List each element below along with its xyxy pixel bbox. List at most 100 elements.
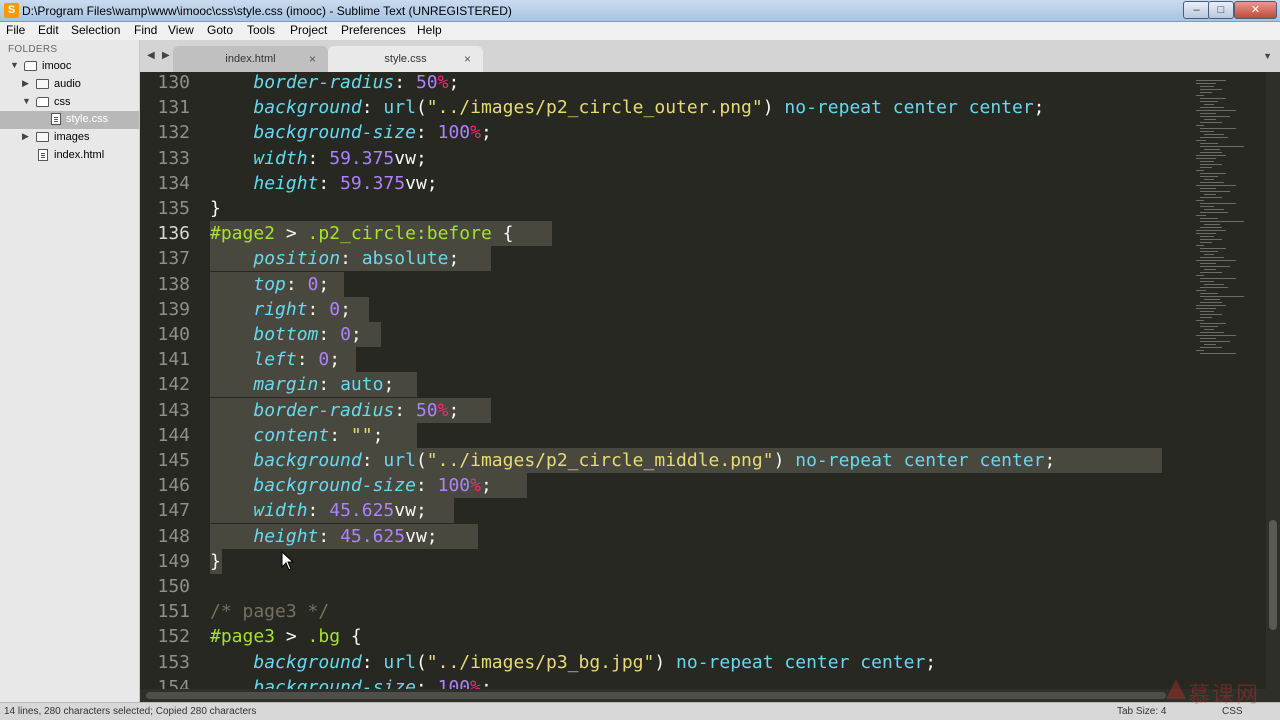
code-line[interactable]: margin: auto; [210, 372, 394, 397]
minimap-line [1200, 257, 1224, 258]
code-line[interactable]: background-size: 100%; [210, 473, 491, 498]
code-editor[interactable]: 130 131 132 133 134 135 136 137 138 139 140 141 142 1… [140, 72, 1190, 689]
code-line[interactable]: #page2 > .p2_circle:before { [210, 221, 513, 246]
code-token: top [253, 273, 286, 295]
code-line[interactable]: background: url("../images/p2_circle_mid… [210, 448, 1055, 473]
folder-open-icon [36, 97, 49, 107]
menu-goto[interactable]: Goto [207, 23, 233, 37]
tab-close-icon[interactable]: × [464, 52, 471, 66]
code-line[interactable]: } [210, 196, 221, 221]
scrollbar-thumb[interactable] [1269, 520, 1277, 630]
code-token: } [210, 198, 221, 219]
code-token: ; [350, 324, 362, 345]
code-token: ( [415, 651, 427, 673]
code-line[interactable]: width: 59.375vw; [210, 146, 426, 171]
code-token: 0 [329, 298, 341, 320]
tab-close-icon[interactable]: × [309, 52, 316, 66]
line-number: 153 [157, 651, 190, 673]
tree-folder-css[interactable]: ▼ css [0, 94, 139, 112]
maximize-button[interactable]: □ [1208, 1, 1234, 19]
code-line[interactable]: height: 59.375vw; [210, 171, 437, 196]
code-token: 0 [318, 349, 330, 371]
code-line[interactable]: position: absolute; [210, 246, 459, 271]
vertical-scrollbar[interactable] [1266, 72, 1280, 689]
code-line[interactable]: /* page3 */ [210, 599, 329, 624]
minimap-line [1204, 194, 1216, 195]
menu-file[interactable]: File [6, 23, 25, 37]
tab-style-css[interactable]: style.css × [328, 46, 483, 72]
code-line[interactable]: background-size: 100%; [210, 675, 491, 689]
code-token: : [415, 122, 438, 144]
code-line[interactable]: border-radius: 50%; [210, 72, 459, 95]
menu-help[interactable]: Help [417, 23, 442, 37]
line-number: 148 [157, 525, 190, 547]
code-line[interactable]: width: 45.625vw; [210, 498, 426, 523]
menu-tools[interactable]: Tools [247, 23, 275, 37]
collapsed-arrow-icon[interactable]: ▶ [22, 78, 29, 89]
menu-project[interactable]: Project [290, 23, 327, 37]
code-token: "../images/p2_circle_outer.png" [426, 97, 763, 119]
menu-find[interactable]: Find [134, 23, 157, 37]
line-number: 136 [157, 223, 190, 245]
minimap-line [1200, 311, 1214, 312]
tree-folder-audio[interactable]: ▶ audio [0, 76, 139, 94]
code-line[interactable]: background-size: 100%; [210, 120, 491, 145]
code-token: % [470, 122, 481, 144]
tab-scroll-left-icon[interactable]: ◀ [147, 50, 155, 61]
minimap-line [1204, 344, 1216, 345]
minimap-line [1196, 170, 1204, 171]
scrollbar-thumb[interactable] [146, 692, 1166, 699]
minimize-button[interactable]: – [1183, 1, 1210, 19]
code-line[interactable]: #page3 > .bg { [210, 624, 362, 649]
minimap-line [1200, 161, 1214, 162]
code-line[interactable]: bottom: 0; [210, 322, 362, 347]
code-line[interactable]: background: url("../images/p2_circle_out… [210, 95, 1044, 120]
tree-file-style-css[interactable]: style.css [0, 111, 139, 129]
code-token: : [361, 450, 384, 471]
expanded-arrow-icon[interactable]: ▼ [10, 60, 19, 70]
code-token: 0 [307, 273, 319, 295]
code-token: % [437, 399, 449, 421]
expanded-arrow-icon[interactable]: ▼ [22, 96, 31, 106]
menu-preferences[interactable]: Preferences [341, 23, 406, 37]
tab-size-indicator[interactable]: Tab Size: 4 [1117, 706, 1166, 717]
line-number: 138 [157, 273, 190, 295]
horizontal-scrollbar[interactable] [140, 689, 1280, 702]
code-line[interactable]: background: url("../images/p3_bg.jpg") n… [210, 650, 936, 675]
minimap-line [1200, 323, 1226, 324]
code-line[interactable]: top: 0; [210, 272, 329, 297]
code-line[interactable]: height: 45.625vw; [210, 524, 437, 549]
tab-overflow-icon[interactable]: ▼ [1263, 51, 1272, 61]
code-token: bottom [253, 324, 319, 345]
code-token: : [340, 248, 362, 270]
code-line[interactable]: border-radius: 50%; [210, 398, 459, 423]
menu-selection[interactable]: Selection [71, 23, 120, 37]
code-token: height [253, 172, 319, 194]
code-token: ; [340, 298, 351, 320]
tab-index-html[interactable]: index.html × [173, 46, 328, 72]
minimap-line [1196, 125, 1204, 126]
close-window-button[interactable]: ✕ [1234, 1, 1277, 19]
tree-folder-images[interactable]: ▶ images [0, 129, 139, 147]
tab-scroll-right-icon[interactable]: ▶ [162, 50, 170, 61]
minimap-line [1200, 278, 1236, 279]
code-line[interactable]: right: 0; [210, 297, 351, 322]
menu-view[interactable]: View [168, 23, 194, 37]
code-line[interactable]: } [210, 549, 221, 574]
tree-file-index-html[interactable]: index.html [0, 147, 139, 165]
minimap-line [1196, 245, 1204, 246]
code-line[interactable]: content: ""; [210, 423, 383, 448]
code-token: : [307, 500, 330, 522]
code-line[interactable]: left: 0; [210, 347, 340, 372]
tree-folder-imooc[interactable]: ▼ imooc [0, 58, 139, 76]
minimap-line [1196, 275, 1204, 276]
minimap[interactable] [1190, 72, 1266, 689]
collapsed-arrow-icon[interactable]: ▶ [22, 131, 29, 142]
menu-edit[interactable]: Edit [38, 23, 59, 37]
